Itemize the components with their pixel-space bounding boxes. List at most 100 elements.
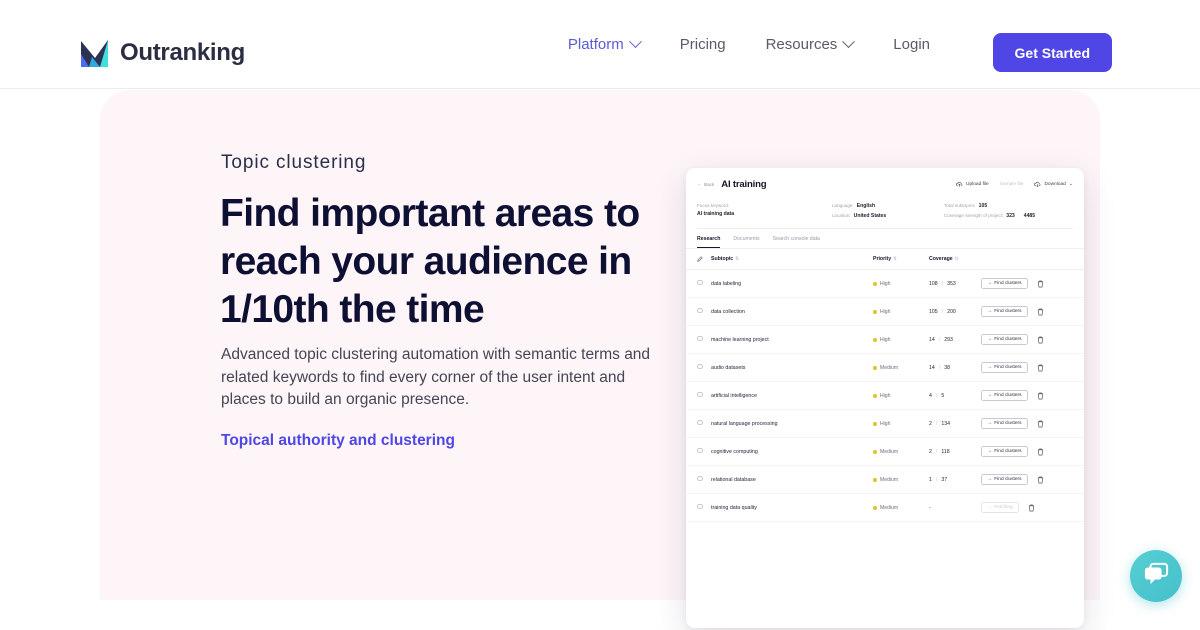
column-header-subtopic[interactable]: Subtopic ⇅: [711, 256, 873, 262]
get-started-button[interactable]: Get Started: [992, 33, 1112, 72]
radio-circle-icon[interactable]: [697, 475, 703, 482]
table-body: data labeling High 108/353 → Find clusters da…: [686, 270, 1084, 522]
coverage-separator: /: [941, 280, 944, 287]
pencil-icon[interactable]: [697, 256, 711, 262]
trash-icon[interactable]: [1037, 280, 1044, 288]
radio-circle-icon[interactable]: [697, 335, 703, 342]
chat-bubbles-icon: [1142, 562, 1170, 591]
find-clusters-label: Find clusters: [994, 365, 1022, 370]
tab-research[interactable]: Research: [697, 236, 721, 248]
nav-item-resources[interactable]: Resources: [746, 35, 874, 53]
trash-icon[interactable]: [1037, 336, 1044, 344]
cell-actions: → Find clusters: [981, 334, 1073, 345]
coverage-total: 5: [941, 392, 945, 399]
trash-icon[interactable]: [1037, 392, 1044, 400]
radio-circle-icon[interactable]: [697, 419, 703, 426]
cell-subtopic: audio datasets: [711, 364, 746, 371]
cell-actions: → Find clusters: [981, 306, 1073, 317]
find-clusters-button[interactable]: → Find clusters: [981, 362, 1028, 373]
nav-item-platform[interactable]: Platform: [548, 35, 660, 53]
cell-coverage: 4/5: [929, 393, 981, 399]
column-label: Priority: [873, 256, 892, 262]
coverage-total: 200: [947, 308, 956, 315]
sample-file-link[interactable]: Sample file: [1000, 182, 1024, 187]
find-clusters-button[interactable]: → Find clusters: [981, 418, 1028, 429]
find-clusters-button[interactable]: → Find clusters: [981, 306, 1028, 317]
radio-circle-icon[interactable]: [697, 363, 703, 370]
find-clusters-button[interactable]: → Find clusters: [981, 278, 1028, 289]
app-screenshot-card: ← Back AI training Upload file Sample fi…: [686, 168, 1084, 628]
tab-documents[interactable]: Documents: [733, 236, 759, 248]
radio-circle-icon[interactable]: [697, 391, 703, 398]
nav-item-label: Pricing: [679, 36, 726, 53]
hero-eyebrow: Topic clustering: [221, 152, 367, 173]
row-select-cell: [697, 391, 711, 400]
trash-icon[interactable]: [1037, 476, 1044, 484]
download-button[interactable]: Download ⌄: [1034, 181, 1073, 188]
find-clusters-button[interactable]: → Find clusters: [981, 334, 1028, 345]
radio-circle-icon[interactable]: [697, 279, 703, 286]
cell-coverage: 108/353: [929, 281, 981, 287]
column-label: Coverage: [929, 256, 953, 262]
coverage-total: 134: [941, 420, 950, 427]
arrow-right-icon: →: [987, 365, 992, 370]
nav-item-login[interactable]: Login: [873, 36, 950, 53]
find-clusters-label: Find clusters: [994, 309, 1022, 314]
coverage-total: 118: [941, 448, 950, 455]
nav-links: Platform Pricing Resources Login: [548, 0, 950, 89]
upload-file-button[interactable]: Upload file: [956, 181, 989, 188]
table-header-row: Subtopic ⇅ Priority ⇅ Coverage ⇅: [686, 249, 1084, 270]
trash-icon[interactable]: [1028, 504, 1035, 512]
cell-actions: → Find clusters: [981, 474, 1073, 485]
trash-icon[interactable]: [1037, 420, 1044, 428]
total-subtopics-label: Total subtopics:: [944, 203, 976, 208]
row-select-cell: [697, 279, 711, 288]
page-title: Find important areas to reach your audie…: [220, 192, 640, 331]
coverage-total: 38: [944, 364, 951, 371]
row-select-cell: [697, 475, 711, 484]
trash-icon[interactable]: [1037, 448, 1044, 456]
cell-subtopic: cognitive computing: [711, 448, 758, 455]
tab-search-console-data[interactable]: Search console data: [773, 236, 820, 248]
back-button[interactable]: ← Back: [697, 181, 714, 187]
table-row: relational database Medium 1/37 → Find clust…: [686, 466, 1084, 494]
row-select-cell: [697, 419, 711, 428]
find-clusters-button[interactable]: → Find clusters: [981, 390, 1028, 401]
cell-subtopic: data labeling: [711, 280, 742, 287]
hero-description: Advanced topic clustering automation wit…: [221, 346, 651, 408]
arrow-right-icon: →: [987, 505, 992, 510]
trash-icon[interactable]: [1037, 308, 1044, 316]
priority-label: High: [880, 420, 891, 427]
cell-priority: High: [873, 309, 929, 315]
back-label: Back: [704, 181, 715, 187]
topical-authority-link[interactable]: Topical authority and clustering: [221, 432, 455, 450]
find-clusters-button: → Fetching: [981, 502, 1019, 513]
coverage-separator: /: [935, 392, 938, 399]
arrow-left-icon: ←: [697, 181, 702, 187]
cell-subtopic: training data quality: [711, 504, 757, 511]
arrow-right-icon: →: [987, 421, 992, 426]
column-header-priority[interactable]: Priority ⇅: [873, 256, 929, 262]
nav-item-pricing[interactable]: Pricing: [660, 36, 746, 53]
chevron-down-icon: [628, 35, 642, 49]
radio-circle-icon[interactable]: [697, 447, 703, 454]
chat-widget-button[interactable]: [1130, 550, 1182, 602]
priority-label: High: [880, 280, 891, 287]
find-clusters-button[interactable]: → Find clusters: [981, 446, 1028, 457]
priority-dot-icon: [873, 449, 877, 454]
chevron-down-icon: [842, 35, 856, 49]
radio-circle-icon[interactable]: [697, 503, 703, 510]
table-row: cognitive computing Medium 2/118 → Find clus…: [686, 438, 1084, 466]
priority-dot-icon: [873, 365, 877, 370]
trash-icon[interactable]: [1037, 364, 1044, 372]
find-clusters-label: Find clusters: [994, 421, 1022, 426]
cell-priority: High: [873, 421, 929, 427]
brand-logo[interactable]: Outranking: [78, 36, 245, 70]
find-clusters-button[interactable]: → Find clusters: [981, 474, 1028, 485]
column-header-coverage[interactable]: Coverage ⇅: [929, 256, 981, 262]
find-clusters-label: Fetching: [994, 505, 1013, 510]
radio-circle-icon[interactable]: [697, 307, 703, 314]
nav-item-label: Platform: [567, 36, 624, 53]
cell-priority: Medium: [873, 365, 929, 371]
find-clusters-label: Find clusters: [994, 449, 1022, 454]
